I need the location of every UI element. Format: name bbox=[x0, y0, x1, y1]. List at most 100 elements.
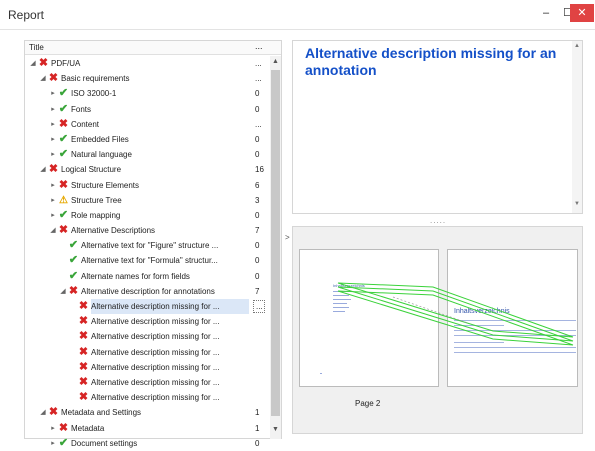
scroll-down-icon[interactable]: ▼ bbox=[270, 426, 281, 433]
tree-row[interactable]: ▸ ✔ Role mapping 0 bbox=[25, 208, 269, 223]
tree-row-label: Document settings bbox=[71, 438, 138, 448]
tree-row-label: Alternative description missing for ... bbox=[91, 299, 249, 314]
tree-row[interactable]: ▸ ✔ Embedded Files 0 bbox=[25, 132, 269, 147]
expand-arrow-icon[interactable]: ▸ bbox=[49, 102, 57, 117]
tree-row-label: PDF/UA bbox=[51, 59, 81, 68]
tree-row[interactable]: ▸ ✔ Natural language 0 bbox=[25, 147, 269, 162]
close-button[interactable]: ✕ bbox=[570, 4, 594, 22]
tree-row-count: 0 bbox=[255, 150, 260, 160]
tree-row-count: 7 bbox=[255, 226, 260, 236]
tree-row[interactable]: ✖ Alternative description missing for ... bbox=[25, 329, 269, 344]
tree-row-label: ISO 32000-1 bbox=[71, 89, 117, 99]
check-icon: ✔ bbox=[58, 208, 69, 221]
column-more-header[interactable]: ... bbox=[255, 41, 263, 51]
tree-row[interactable]: ◢ ✖ Basic requirements... bbox=[25, 71, 269, 86]
tree-row-label: Basic requirements bbox=[61, 74, 130, 84]
expand-arrow-icon[interactable]: ▸ bbox=[49, 193, 57, 208]
tree-row[interactable]: ▸ ✔ ISO 32000-1 0 bbox=[25, 86, 269, 101]
window-title: Report bbox=[8, 8, 45, 22]
tree-row-label: Alternative description for annotations bbox=[81, 286, 215, 296]
collapse-arrow-icon[interactable]: ◢ bbox=[39, 162, 47, 177]
tree-row-count: 16 bbox=[255, 165, 264, 175]
tree-row[interactable]: ▸ ✔ Document settings 0 bbox=[25, 436, 269, 451]
detail-scrollbar[interactable]: ▲ ▼ bbox=[572, 41, 582, 213]
tree-row[interactable]: ✖ Alternative description missing for ... bbox=[25, 360, 269, 375]
splitter-arrow-icon[interactable]: > bbox=[285, 233, 290, 242]
tree-row[interactable]: ✖ Alternative description missing for ... bbox=[25, 390, 269, 405]
tree-row[interactable]: ◢ ✖ Logical Structure 16 bbox=[25, 162, 269, 177]
collapse-arrow-icon[interactable]: ◢ bbox=[29, 56, 37, 71]
column-title-header[interactable]: Title bbox=[29, 43, 44, 52]
tree-row[interactable]: ✖ Alternative description missing for ...… bbox=[25, 299, 269, 314]
tree-row-count: ... bbox=[255, 59, 262, 68]
tree-row[interactable]: ✖ Alternative description missing for ... bbox=[25, 345, 269, 360]
expand-arrow-icon[interactable]: ▸ bbox=[49, 147, 57, 162]
expand-arrow-icon[interactable]: ▸ bbox=[49, 421, 57, 436]
detail-scroll-down-icon[interactable]: ▼ bbox=[572, 201, 582, 207]
report-tree-panel: Title ... ◢ ✖ PDF/UA... ◢ ✖ Basic requirement… bbox=[24, 40, 282, 448]
error-x-icon: ✖ bbox=[58, 421, 69, 434]
error-x-icon: ✖ bbox=[78, 330, 89, 343]
error-x-icon: ✖ bbox=[78, 345, 89, 358]
expand-arrow-icon[interactable]: ▸ bbox=[49, 86, 57, 101]
horizontal-splitter-grip[interactable]: ..... bbox=[430, 216, 446, 225]
page-preview: Inhaltsverzeichnis Inhaltsverzeichnis Pa… bbox=[292, 226, 583, 434]
tree-row[interactable]: ◢ ✖ Alternative description for annotation… bbox=[25, 284, 269, 299]
error-x-icon: ✖ bbox=[78, 391, 89, 404]
title-bar: Report – ☐ ✕ bbox=[0, 0, 595, 30]
tree-row[interactable]: ▸ ✖ Structure Elements 6 bbox=[25, 178, 269, 193]
tree-row[interactable]: ▸ ✔ Fonts 0 bbox=[25, 102, 269, 117]
expand-arrow-icon[interactable]: ▸ bbox=[49, 208, 57, 223]
tree-row-count: 0 bbox=[255, 256, 260, 266]
error-x-icon: ✖ bbox=[58, 178, 69, 191]
tree-row-count: 0 bbox=[255, 89, 260, 99]
detail-panel: Alternative description missing for an a… bbox=[292, 40, 583, 214]
collapse-arrow-icon[interactable]: ◢ bbox=[49, 223, 57, 238]
error-x-icon: ✖ bbox=[78, 360, 89, 373]
tree-row[interactable]: ◢ ✖ Alternative Descriptions 7 bbox=[25, 223, 269, 238]
tree-row-label: Metadata and Settings bbox=[61, 408, 142, 418]
check-icon: ✔ bbox=[58, 148, 69, 161]
tree-row-label: Embedded Files bbox=[71, 134, 129, 144]
tree-row[interactable]: ◢ ✖ PDF/UA... bbox=[25, 56, 269, 71]
expand-arrow-icon[interactable]: ▸ bbox=[49, 117, 57, 132]
detail-heading: Alternative description missing for an a… bbox=[305, 45, 557, 78]
tree-header: Title ... bbox=[25, 41, 281, 55]
tree-row-count: 7 bbox=[255, 286, 260, 296]
warning-icon: ⚠ bbox=[59, 194, 68, 206]
tree-row[interactable]: ▸ ✖ Metadata 1 bbox=[25, 421, 269, 436]
tree-row-label: Alternative description missing for ... bbox=[91, 332, 220, 342]
tree-row[interactable]: ▸ ⚠ Structure Tree 3 bbox=[25, 193, 269, 208]
tree-row-label: Fonts bbox=[71, 104, 92, 114]
tree-row[interactable]: ◢ ✖ Metadata and Settings 1 bbox=[25, 405, 269, 420]
expand-arrow-icon[interactable]: ▸ bbox=[49, 132, 57, 147]
tree-row-count: 0 bbox=[255, 134, 260, 144]
expand-arrow-icon[interactable]: ▸ bbox=[49, 178, 57, 193]
annotation-link-guide bbox=[392, 296, 469, 324]
error-x-icon: ✖ bbox=[68, 284, 79, 297]
tree-row-count: 0 bbox=[255, 271, 260, 281]
minimize-button[interactable]: – bbox=[534, 4, 558, 22]
tree-row-label: Alternative description missing for ... bbox=[91, 362, 220, 372]
tree-row-count: 3 bbox=[255, 195, 260, 205]
collapse-arrow-icon[interactable]: ◢ bbox=[39, 405, 47, 420]
detail-scroll-up-icon[interactable]: ▲ bbox=[572, 43, 582, 49]
check-icon: ✔ bbox=[68, 269, 79, 282]
tree-row-count: 0 bbox=[255, 104, 260, 114]
error-x-icon: ✖ bbox=[78, 300, 89, 312]
error-x-icon: ✖ bbox=[58, 224, 69, 237]
scroll-thumb[interactable] bbox=[271, 70, 280, 416]
tree-row[interactable]: ▸ ✖ Content... bbox=[25, 117, 269, 132]
tree-row[interactable]: ✖ Alternative description missing for ... bbox=[25, 314, 269, 329]
tree-row[interactable]: ✖ Alternative description missing for ... bbox=[25, 375, 269, 390]
tree-row[interactable]: ✔ Alternative text for "Formula" structur… bbox=[25, 253, 269, 268]
scroll-up-icon[interactable]: ▲ bbox=[270, 58, 281, 65]
check-icon: ✔ bbox=[58, 102, 69, 115]
tree-row[interactable]: ✔ Alternate names for form fields 0 bbox=[25, 269, 269, 284]
collapse-arrow-icon[interactable]: ◢ bbox=[39, 71, 47, 86]
tree-row[interactable]: ✔ Alternative text for "Figure" structure… bbox=[25, 238, 269, 253]
tree-row-label: Alternative description missing for ... bbox=[91, 377, 220, 387]
tree-scrollbar[interactable]: ▲ ▼ bbox=[270, 56, 281, 439]
collapse-arrow-icon[interactable]: ◢ bbox=[59, 284, 67, 299]
expand-arrow-icon[interactable]: ▸ bbox=[49, 436, 57, 451]
